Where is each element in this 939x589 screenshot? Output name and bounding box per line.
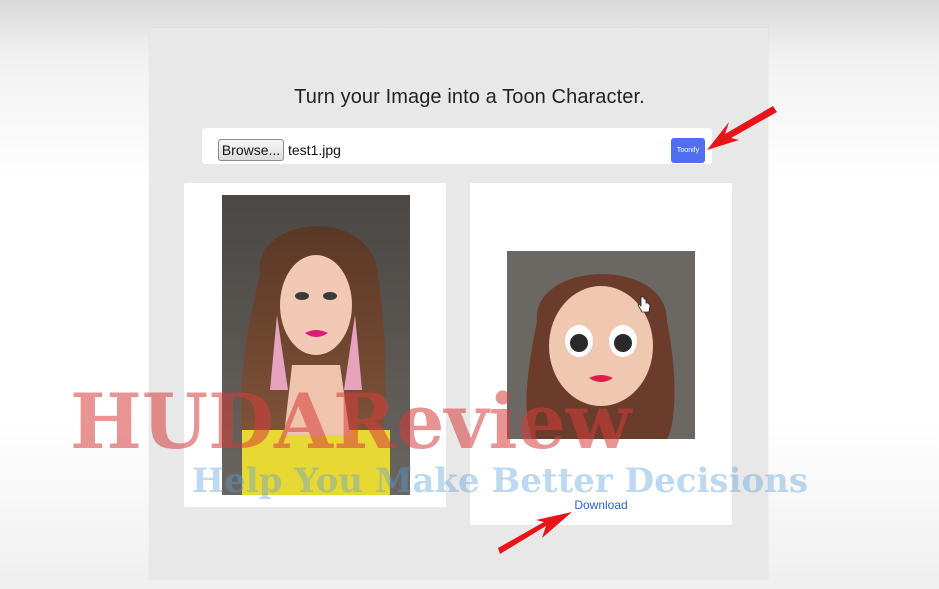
browse-button[interactable]: Browse... [218,139,284,161]
toonified-photo [507,251,695,439]
selected-file-name: test1.jpg [288,142,341,158]
original-image-card [184,183,446,507]
toonified-image-card: Download [470,183,732,525]
page-title: Turn your Image into a Toon Character. [294,86,645,108]
toonify-button[interactable]: Toonify [671,138,705,163]
original-photo [222,195,410,495]
download-link[interactable]: Download [470,498,732,512]
upload-bar: Browse... test1.jpg Toonify [202,128,712,164]
original-photo-art [222,195,410,495]
toonified-photo-art [507,251,695,439]
